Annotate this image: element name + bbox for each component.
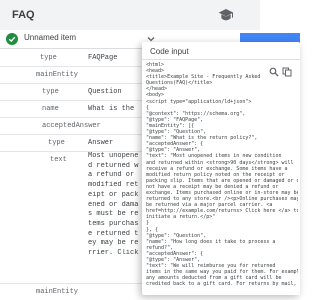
code-line-text: returned to any store.<br /><p>Online pu…	[146, 196, 298, 203]
code-line-text: {	[146, 104, 150, 111]
code-line-text: "acceptedAnswer": {	[146, 250, 204, 257]
code-line-text: "text": "Most unopened items in new cond…	[146, 153, 282, 160]
code-line-text: href=http://example.com/returns> Click h…	[146, 208, 298, 215]
tree-key: type	[40, 54, 57, 62]
code-line-text: <html>	[146, 62, 165, 68]
code-line-text: <head>	[146, 68, 165, 75]
answer-line: eipt or pack	[88, 190, 139, 199]
answer-line: s must be re	[88, 210, 139, 219]
code-line-text: exchange. Items purchased online or in-s…	[146, 189, 298, 196]
answer-line: ey may be re	[88, 239, 139, 248]
answer-line: e returned t	[88, 229, 139, 238]
code-line-text: initiate a return.</p>"	[146, 214, 216, 221]
code-line-text: "name": "How long does it take to proces…	[146, 238, 276, 245]
check-circle-icon	[6, 33, 18, 45]
answer-line: d returned w	[88, 161, 139, 170]
code-line-text: packing slip. Items that are opened or d…	[146, 177, 298, 184]
item-name: Unnamed item	[24, 33, 77, 42]
code-line-text: refund?",	[146, 244, 174, 251]
tree-key: name	[42, 105, 59, 113]
code-line-text: "@type": "Question",	[146, 129, 207, 136]
code-line-text: "@type": "FAQPage",	[146, 116, 204, 123]
code-line-text: "@context": "https://schema.org",	[146, 110, 246, 117]
code-line-text: and returned within <strong>90 days</str…	[146, 159, 294, 166]
code-line-text: credited back to a gift card. For return…	[146, 281, 297, 288]
tree-value: Answer	[88, 139, 114, 147]
code-line-text: <body>	[146, 92, 165, 99]
code-line-text: <title>Example Site - Frequently Asked	[146, 74, 261, 81]
code-line-text: </head>	[146, 86, 168, 93]
answer-line: rrier. Click	[88, 249, 139, 258]
code-line-text: }, {	[146, 226, 159, 233]
code-input-title: Code input	[150, 47, 189, 56]
code-line-text: any amounts deducted from a gift card wi…	[146, 275, 282, 282]
answer-line: ened or dama	[88, 200, 139, 209]
answer-line: modified ret	[88, 181, 139, 190]
code-line-text: }	[146, 220, 150, 227]
code-line-text: "mainEntity": [{	[146, 122, 195, 129]
code-line-text: <script type="application/ld+json">	[146, 98, 252, 105]
answer-line: Most unopene	[88, 152, 139, 160]
answer-text: Most unopene d returned w a refund or mo…	[88, 152, 150, 282]
tree-value: FAQPage	[88, 54, 118, 62]
tree-value: What is the	[88, 105, 135, 113]
graduation-cap-icon	[218, 9, 234, 21]
tree-value: Question	[88, 88, 122, 96]
code-line-text: modified return policy noted on the rece…	[146, 171, 285, 178]
code-editor[interactable]: <html> <head> <title>Example Site - Frequ…	[146, 62, 298, 294]
code-line-text: "acceptedAnswer": {	[146, 141, 204, 148]
code-line-text: receive a refund or exchange. Some items…	[146, 165, 288, 172]
code-line-text: Questions(FAQ)</title>	[146, 80, 213, 87]
code-line: credited back to a gift card. For return…	[146, 281, 298, 287]
answer-line: a refund or	[88, 171, 135, 180]
tree-key: acceptedAnswer	[42, 122, 101, 130]
code-divider	[142, 59, 300, 60]
code-line-text: "text": "We will reimburse you for retur…	[146, 263, 276, 270]
answer-line: tems purchas	[88, 219, 139, 228]
code-line-text: "@type": "Answer",	[146, 257, 201, 263]
tree-key: type	[42, 88, 59, 96]
faq-title: FAQ	[12, 9, 35, 21]
code-line-text: "@type": "Question",	[146, 232, 207, 239]
code-input-panel[interactable]: Code input <html> <head> <title>Example S…	[142, 42, 300, 295]
faq-header: FAQ	[0, 0, 260, 30]
code-line-text: be returned via a major parcel carrier. …	[146, 202, 273, 209]
tree-key: type	[48, 139, 65, 147]
tree-key: mainEntity	[36, 71, 79, 79]
code-line-text: not have a receipt may be denied a refun…	[146, 183, 279, 190]
code-line-text: items in the same way you paid for them.…	[146, 269, 298, 276]
code-line-text: "@type": "Answer",	[146, 147, 201, 154]
code-line-text: "name": "What is the return policy?",	[146, 135, 258, 142]
tree-key: text	[50, 156, 67, 164]
